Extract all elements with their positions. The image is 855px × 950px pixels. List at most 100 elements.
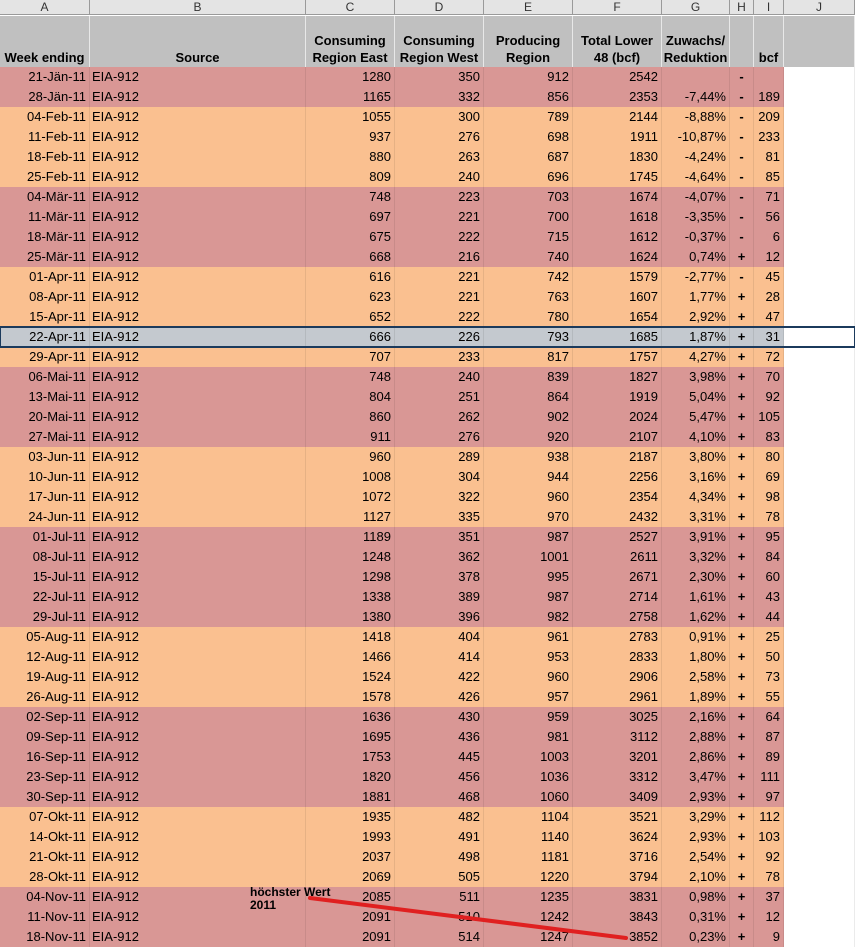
cell-zuwachs[interactable]: -7,44% bbox=[662, 87, 730, 107]
cell-zuwachs[interactable]: -4,64% bbox=[662, 167, 730, 187]
cell-sign[interactable]: - bbox=[730, 147, 754, 167]
cell-sign[interactable]: + bbox=[730, 567, 754, 587]
cell-consuming-west[interactable]: 362 bbox=[395, 547, 484, 567]
cell-zuwachs[interactable]: 2,88% bbox=[662, 727, 730, 747]
cell-sign[interactable]: - bbox=[730, 87, 754, 107]
column-letter-a[interactable]: A bbox=[0, 0, 90, 15]
cell-consuming-east[interactable]: 804 bbox=[306, 387, 395, 407]
cell-sign[interactable]: + bbox=[730, 527, 754, 547]
table-row[interactable]: 26-Aug-11 EIA-912 1578 426 957 2961 1,89% +55 bbox=[0, 687, 855, 707]
cell-producing[interactable]: 817 bbox=[484, 347, 573, 367]
cell-consuming-west[interactable]: 233 bbox=[395, 347, 484, 367]
cell-total[interactable]: 3843 bbox=[573, 907, 662, 927]
cell-week[interactable]: 04-Mär-11 bbox=[0, 187, 90, 207]
cell-zuwachs[interactable]: 1,89% bbox=[662, 687, 730, 707]
table-row[interactable]: 18-Feb-11 EIA-912 880 263 687 1830 -4,24% -81 bbox=[0, 147, 855, 167]
table-row[interactable]: 15-Jul-11 EIA-912 1298 378 995 2671 2,30% +60 bbox=[0, 567, 855, 587]
cell-producing[interactable]: 1060 bbox=[484, 787, 573, 807]
cell-total[interactable]: 2542 bbox=[573, 67, 662, 87]
cell-sign[interactable]: + bbox=[730, 607, 754, 627]
cell-sign[interactable]: + bbox=[730, 367, 754, 387]
cell-producing[interactable]: 987 bbox=[484, 587, 573, 607]
cell-source[interactable]: EIA-912 bbox=[90, 167, 306, 187]
cell-bcf[interactable]: 50 bbox=[754, 647, 784, 667]
cell-total[interactable]: 1827 bbox=[573, 367, 662, 387]
table-row[interactable]: 14-Okt-11 EIA-912 1993 491 1140 3624 2,93% +103 bbox=[0, 827, 855, 847]
cell-bcf[interactable]: 233 bbox=[754, 127, 784, 147]
cell-week[interactable]: 04-Feb-11 bbox=[0, 107, 90, 127]
cell-bcf[interactable]: 85 bbox=[754, 167, 784, 187]
cell-total[interactable]: 3852 bbox=[573, 927, 662, 947]
cell-total[interactable]: 1612 bbox=[573, 227, 662, 247]
cell-total[interactable]: 3201 bbox=[573, 747, 662, 767]
cell-producing[interactable]: 1220 bbox=[484, 867, 573, 887]
cell-sign[interactable]: + bbox=[730, 867, 754, 887]
cell-week[interactable]: 18-Nov-11 bbox=[0, 927, 90, 947]
cell-bcf[interactable]: 12 bbox=[754, 247, 784, 267]
cell-source[interactable]: EIA-912 bbox=[90, 507, 306, 527]
cell-week[interactable]: 17-Jun-11 bbox=[0, 487, 90, 507]
cell-zuwachs[interactable]: 3,29% bbox=[662, 807, 730, 827]
cell-consuming-east[interactable]: 1072 bbox=[306, 487, 395, 507]
cell-consuming-east[interactable]: 616 bbox=[306, 267, 395, 287]
cell-consuming-west[interactable]: 514 bbox=[395, 927, 484, 947]
cell-consuming-east[interactable]: 668 bbox=[306, 247, 395, 267]
cell-bcf[interactable]: 105 bbox=[754, 407, 784, 427]
table-row[interactable]: 29-Jul-11 EIA-912 1380 396 982 2758 1,62% +44 bbox=[0, 607, 855, 627]
column-letter-i[interactable]: I bbox=[754, 0, 784, 15]
cell-consuming-east[interactable]: 1418 bbox=[306, 627, 395, 647]
cell-bcf[interactable]: 83 bbox=[754, 427, 784, 447]
cell-consuming-west[interactable]: 222 bbox=[395, 307, 484, 327]
cell-bcf[interactable]: 209 bbox=[754, 107, 784, 127]
cell-total[interactable]: 2187 bbox=[573, 447, 662, 467]
cell-consuming-west[interactable]: 304 bbox=[395, 467, 484, 487]
cell-bcf[interactable]: 80 bbox=[754, 447, 784, 467]
cell-zuwachs[interactable]: 0,31% bbox=[662, 907, 730, 927]
cell-producing[interactable]: 856 bbox=[484, 87, 573, 107]
cell-sign[interactable]: - bbox=[730, 67, 754, 87]
header-producing[interactable]: Producing Region bbox=[484, 16, 573, 67]
cell-consuming-west[interactable]: 389 bbox=[395, 587, 484, 607]
cell-source[interactable]: EIA-912 bbox=[90, 927, 306, 947]
cell-week[interactable]: 16-Sep-11 bbox=[0, 747, 90, 767]
cell-source[interactable]: EIA-912 bbox=[90, 647, 306, 667]
cell-week[interactable]: 05-Aug-11 bbox=[0, 627, 90, 647]
cell-j[interactable] bbox=[784, 307, 855, 327]
table-row[interactable]: 11-Feb-11 EIA-912 937 276 698 1911 -10,87% -233 bbox=[0, 127, 855, 147]
table-row[interactable]: 06-Mai-11 EIA-912 748 240 839 1827 3,98% +70 bbox=[0, 367, 855, 387]
cell-week[interactable]: 10-Jun-11 bbox=[0, 467, 90, 487]
cell-zuwachs[interactable]: 2,93% bbox=[662, 827, 730, 847]
cell-consuming-east[interactable]: 1820 bbox=[306, 767, 395, 787]
cell-week[interactable]: 08-Jul-11 bbox=[0, 547, 90, 567]
cell-zuwachs[interactable]: 2,30% bbox=[662, 567, 730, 587]
cell-j[interactable] bbox=[784, 547, 855, 567]
cell-sign[interactable]: + bbox=[730, 327, 754, 347]
cell-bcf[interactable]: 112 bbox=[754, 807, 784, 827]
cell-producing[interactable]: 740 bbox=[484, 247, 573, 267]
cell-j[interactable] bbox=[784, 147, 855, 167]
cell-zuwachs[interactable]: 0,98% bbox=[662, 887, 730, 907]
cell-consuming-west[interactable]: 221 bbox=[395, 207, 484, 227]
cell-zuwachs[interactable]: 0,23% bbox=[662, 927, 730, 947]
cell-source[interactable]: EIA-912 bbox=[90, 407, 306, 427]
cell-week[interactable]: 04-Nov-11 bbox=[0, 887, 90, 907]
cell-consuming-west[interactable]: 332 bbox=[395, 87, 484, 107]
cell-sign[interactable]: + bbox=[730, 627, 754, 647]
cell-sign[interactable]: + bbox=[730, 407, 754, 427]
cell-bcf[interactable]: 69 bbox=[754, 467, 784, 487]
cell-total[interactable]: 1911 bbox=[573, 127, 662, 147]
cell-total[interactable]: 2353 bbox=[573, 87, 662, 107]
table-row[interactable]: 15-Apr-11 EIA-912 652 222 780 1654 2,92% +47 bbox=[0, 307, 855, 327]
cell-bcf[interactable]: 44 bbox=[754, 607, 784, 627]
cell-zuwachs[interactable]: 0,91% bbox=[662, 627, 730, 647]
table-row[interactable]: 18-Nov-11 EIA-912 2091 514 1247 3852 0,23% +9 bbox=[0, 927, 855, 947]
cell-source[interactable]: EIA-912 bbox=[90, 287, 306, 307]
cell-source[interactable]: EIA-912 bbox=[90, 567, 306, 587]
cell-zuwachs[interactable]: -0,37% bbox=[662, 227, 730, 247]
cell-sign[interactable]: + bbox=[730, 847, 754, 867]
cell-producing[interactable]: 780 bbox=[484, 307, 573, 327]
cell-bcf[interactable]: 47 bbox=[754, 307, 784, 327]
cell-j[interactable] bbox=[784, 847, 855, 867]
cell-total[interactable]: 1757 bbox=[573, 347, 662, 367]
cell-sign[interactable]: + bbox=[730, 507, 754, 527]
